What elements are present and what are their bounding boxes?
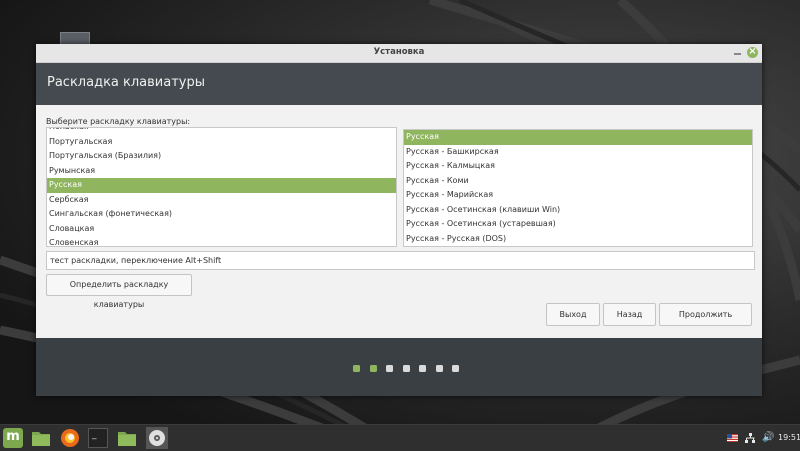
disc-icon[interactable]: [146, 427, 168, 449]
installer-window: Установка Раскладка клавиатуры Выберите …: [36, 44, 762, 396]
list-item[interactable]: Русская - Осетинская (устаревшая): [404, 217, 752, 232]
progress-dot: [419, 365, 426, 372]
terminal-icon[interactable]: [88, 428, 108, 448]
keyboard-flag-icon[interactable]: [727, 434, 738, 442]
progress-dot: [369, 365, 377, 372]
mint-menu-icon[interactable]: [3, 428, 23, 448]
progress-dot: [353, 365, 360, 372]
close-icon[interactable]: [747, 46, 758, 58]
page-content: Выберите раскладку клавиатуры: ПольскаяП…: [36, 105, 762, 338]
list-item[interactable]: Сербская: [47, 193, 396, 208]
progress-dot: [452, 365, 459, 372]
list-item[interactable]: Португальская: [47, 135, 396, 150]
list-item[interactable]: Русская: [404, 130, 752, 145]
quit-button[interactable]: Выход: [546, 303, 600, 326]
list-item[interactable]: Сингальская (фонетическая): [47, 207, 396, 222]
window-title: Установка: [373, 47, 425, 57]
installer-footer: [36, 338, 762, 396]
list-item[interactable]: Португальская (Бразилия): [47, 149, 396, 164]
volume-icon[interactable]: 🔊: [762, 432, 774, 443]
continue-button[interactable]: Продолжить: [659, 303, 752, 326]
progress-dot: [435, 365, 443, 372]
folder-icon[interactable]: [117, 428, 137, 448]
list-item[interactable]: Русская - Осетинская (клавиши Win): [404, 203, 752, 218]
list-item[interactable]: Русская - Калмыцкая: [404, 159, 752, 174]
list-item[interactable]: Русская - Марийская: [404, 188, 752, 203]
progress-dot: [402, 365, 410, 372]
minimize-icon[interactable]: [732, 47, 743, 58]
keyboard-layout-list[interactable]: ПольскаяПортугальскаяПортугальская (Браз…: [46, 127, 397, 247]
list-item[interactable]: Русская - Башкирская: [404, 145, 752, 160]
detect-layout-button[interactable]: Определить раскладку клавиатуры: [46, 274, 192, 309]
layout-test-input[interactable]: [46, 251, 755, 270]
list-item[interactable]: Польская: [47, 128, 396, 135]
list-item[interactable]: Русская - Коми: [404, 174, 752, 189]
list-item[interactable]: Словенская: [47, 236, 396, 246]
page-title: Раскладка клавиатуры: [47, 75, 206, 90]
firefox-icon[interactable]: [60, 428, 80, 448]
list-item[interactable]: Словацкая: [47, 222, 396, 237]
network-icon[interactable]: [745, 433, 755, 445]
taskbar: 🔊 19:51: [0, 424, 800, 451]
back-button[interactable]: Назад: [603, 303, 656, 326]
window-titlebar: Установка: [36, 44, 762, 63]
clock[interactable]: 19:51: [778, 425, 800, 451]
keyboard-variant-list[interactable]: Русская Русская - Башкирская Русская - Кал…: [403, 129, 753, 247]
list-item[interactable]: Русская - Русская (DOS): [404, 232, 752, 247]
page-header: Раскладка клавиатуры: [36, 63, 762, 105]
list-item[interactable]: Румынская: [47, 164, 396, 179]
layout-prompt-label: Выберите раскладку клавиатуры:: [46, 117, 191, 126]
progress-dot: [386, 365, 393, 372]
list-item[interactable]: Русская: [47, 178, 396, 193]
folder-icon[interactable]: [31, 428, 51, 448]
